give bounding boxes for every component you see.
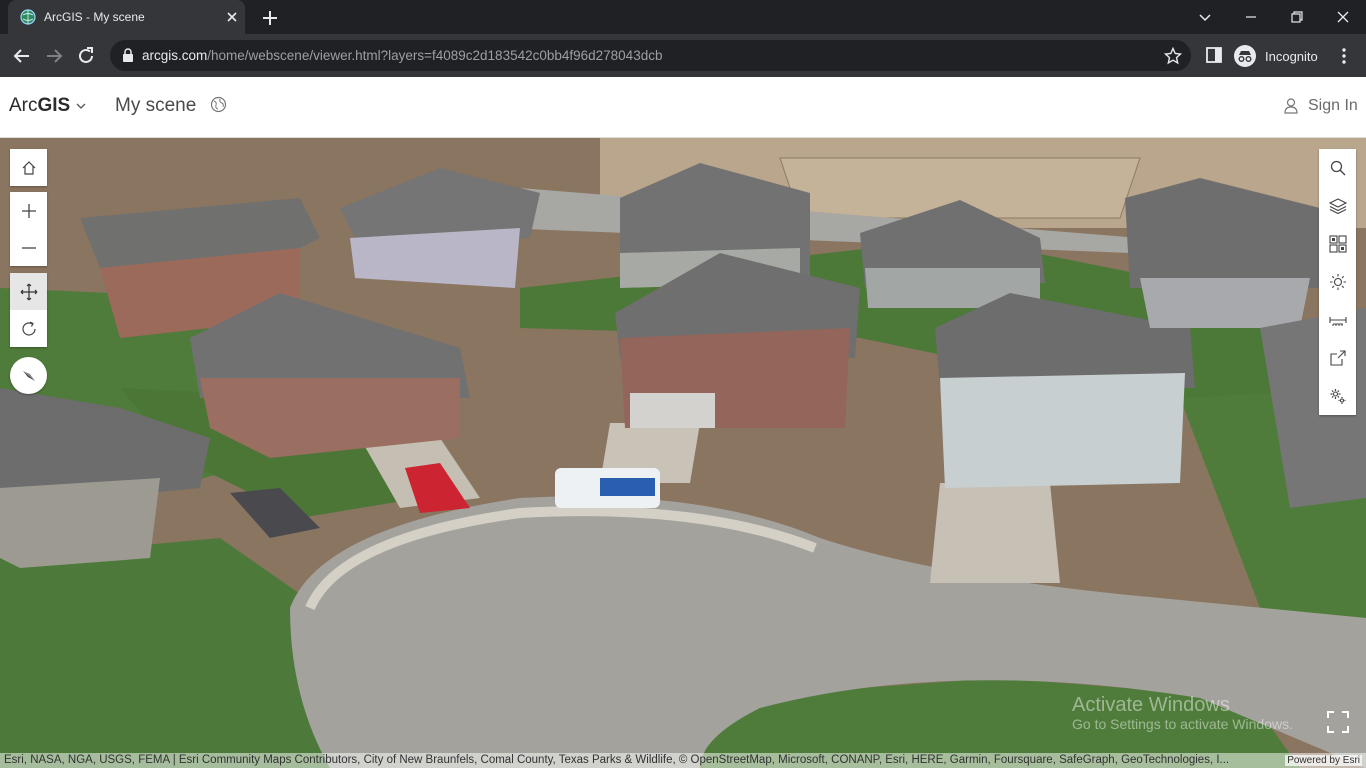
home-button[interactable] (10, 149, 47, 186)
navigation-mode-group (10, 273, 47, 347)
close-window-icon[interactable] (1332, 6, 1354, 28)
minimize-icon[interactable] (1240, 6, 1262, 28)
globe-icon (210, 96, 227, 113)
zoom-out-button[interactable] (10, 229, 47, 266)
settings-button[interactable] (1319, 377, 1356, 415)
powered-by-esri[interactable]: Powered by Esri (1285, 755, 1362, 766)
layers-icon (1328, 198, 1347, 215)
pan-icon (20, 283, 37, 300)
lock-icon[interactable] (122, 48, 134, 62)
zoom-in-icon (21, 203, 36, 218)
basemap-icon (1328, 235, 1347, 253)
scene-view[interactable]: Activate Windows Go to Settings to activ… (0, 138, 1366, 768)
back-icon[interactable] (11, 45, 33, 67)
brand-arc: Arc (9, 95, 38, 116)
tab-title: ArcGIS - My scene (44, 10, 145, 24)
layers-button[interactable] (1319, 187, 1356, 225)
sign-in-label: Sign In (1308, 97, 1358, 114)
pan-button[interactable] (10, 273, 47, 310)
fullscreen-button[interactable] (1320, 704, 1356, 740)
windows-watermark-subtitle: Go to Settings to activate Windows. (1072, 716, 1293, 732)
side-panel-icon[interactable] (1205, 46, 1223, 64)
zoom-in-button[interactable] (10, 192, 47, 229)
compass-icon (22, 370, 35, 381)
reload-icon[interactable] (75, 45, 97, 67)
scene-canvas[interactable] (0, 138, 1366, 768)
close-tab-icon[interactable] (224, 9, 240, 25)
map-attribution[interactable]: Esri, NASA, NGA, USGS, FEMA | Esri Commu… (0, 753, 1366, 768)
compass-button[interactable] (10, 357, 47, 394)
search-icon (1330, 160, 1345, 176)
incognito-indicator[interactable]: Incognito (1234, 44, 1318, 68)
home-icon (22, 160, 35, 175)
scene-widgets-toolbar (1319, 149, 1356, 415)
arcgis-favicon-icon (20, 9, 36, 25)
browser-tab[interactable]: ArcGIS - My scene (8, 0, 245, 34)
fullscreen-icon (1327, 711, 1349, 733)
incognito-label: Incognito (1265, 48, 1318, 64)
rotate-icon (21, 320, 36, 336)
settings-icon (1330, 389, 1345, 404)
arcgis-app-switcher[interactable]: Arc GIS (9, 95, 86, 117)
bookmark-star-icon[interactable] (1164, 47, 1182, 65)
attribution-text: Esri, NASA, NGA, USGS, FEMA | Esri Commu… (4, 754, 1230, 766)
share-icon (1329, 350, 1346, 366)
browser-menu-icon[interactable] (1337, 46, 1351, 66)
zoom-tool-group (10, 192, 47, 266)
user-icon (1284, 98, 1298, 114)
daylight-icon (1329, 274, 1346, 290)
tab-search-chevron-icon[interactable] (1194, 6, 1216, 28)
rotate-button[interactable] (10, 310, 47, 347)
daylight-button[interactable] (1319, 263, 1356, 301)
incognito-icon (1234, 45, 1256, 67)
url-text[interactable]: arcgis.com/home/webscene/viewer.html?lay… (142, 48, 662, 63)
windows-watermark-title: Activate Windows (1072, 694, 1230, 716)
zoom-out-icon (21, 246, 36, 249)
arcgis-header: Arc GIS My scene Sign In (0, 77, 1366, 138)
measure-icon (1328, 317, 1347, 326)
measure-button[interactable] (1319, 301, 1356, 339)
basemap-button[interactable] (1319, 225, 1356, 263)
share-button[interactable] (1319, 339, 1356, 377)
browser-toolbar: arcgis.com/home/webscene/viewer.html?lay… (0, 34, 1366, 77)
forward-icon[interactable] (43, 45, 65, 67)
home-tool-group (10, 149, 47, 186)
browser-tab-strip: ArcGIS - My scene (0, 0, 1366, 34)
search-button[interactable] (1319, 149, 1356, 187)
new-tab-icon[interactable] (260, 8, 280, 28)
restore-icon[interactable] (1286, 6, 1308, 28)
address-bar[interactable]: arcgis.com/home/webscene/viewer.html?lay… (110, 40, 1191, 71)
sign-in-button[interactable]: Sign In (1284, 97, 1358, 115)
chevron-down-icon (76, 103, 86, 109)
scene-title: My scene (115, 95, 197, 116)
brand-gis: GIS (37, 95, 71, 116)
